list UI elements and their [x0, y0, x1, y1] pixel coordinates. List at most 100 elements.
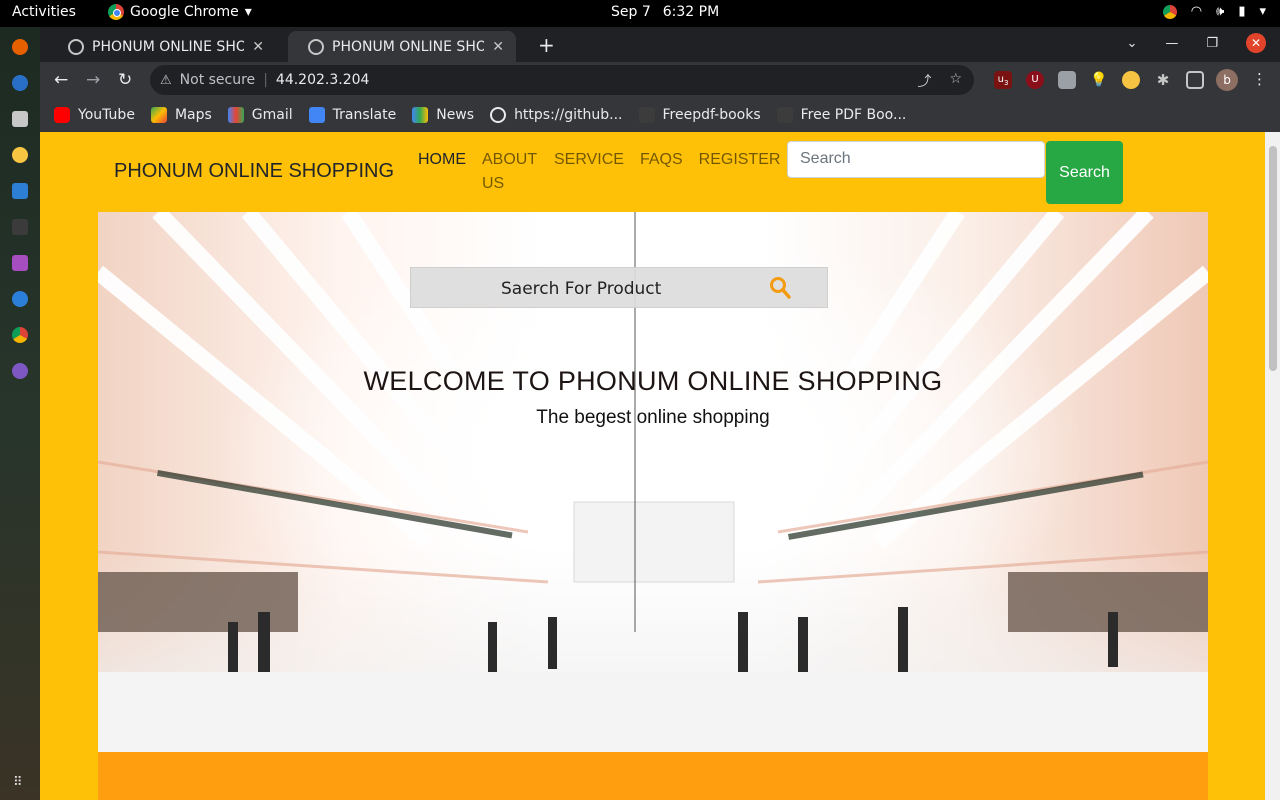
forward-button[interactable]: → — [86, 70, 100, 90]
clock-date: Sep 7 — [611, 4, 651, 20]
bookmark-label: https://github... — [514, 107, 623, 123]
maps-icon — [150, 107, 167, 123]
search-icon[interactable] — [769, 276, 791, 300]
bookmark-gmail[interactable]: Gmail — [227, 107, 293, 123]
maximize-button[interactable]: ❐ — [1206, 36, 1218, 51]
writer-icon[interactable] — [12, 183, 28, 199]
share-icon[interactable]: ⤴ — [917, 71, 931, 91]
address-bar[interactable]: ⚠ Not secure | 44.202.3.204 ⤴ ☆ — [150, 65, 974, 95]
tab-search-icon[interactable]: ⌄ — [1126, 36, 1137, 51]
bulb-icon[interactable]: 💡 — [1090, 71, 1108, 89]
security-label[interactable]: Not secure — [180, 72, 256, 88]
tab-2[interactable]: PHONUM ONLINE SHOPPING ✕ — [288, 31, 516, 62]
nav-faqs[interactable]: FAQS — [640, 148, 683, 196]
chrome-icon — [108, 4, 124, 20]
bookmark-star-icon[interactable]: ☆ — [949, 71, 962, 91]
page-icon — [776, 107, 793, 123]
site-search-button[interactable]: Search — [1046, 141, 1123, 204]
site-menu: HOME ABOUT US SERVICE FAQS REGISTER — [418, 148, 780, 196]
minimize-button[interactable]: — — [1165, 36, 1178, 51]
ublock-origin-icon[interactable]: U — [1026, 71, 1044, 89]
back-button[interactable]: ← — [54, 70, 68, 90]
bookmark-label: Maps — [174, 107, 212, 123]
bookmark-github[interactable]: https://github... — [490, 107, 623, 123]
clock-time: 6:32 PM — [662, 4, 720, 20]
github-icon — [490, 107, 507, 123]
page-icon — [638, 107, 655, 123]
translate-icon — [308, 107, 325, 123]
menu-kebab-icon[interactable]: ⋮ — [1252, 70, 1267, 88]
chrome-dock-icon[interactable] — [12, 327, 28, 343]
window-controls: ⌄ — ❐ ✕ — [1126, 33, 1266, 53]
bookmark-translate[interactable]: Translate — [308, 107, 396, 123]
bookmark-label: Free PDF Boo... — [800, 107, 907, 123]
show-apps-icon[interactable]: ⠿ — [13, 775, 23, 790]
tab-title: PHONUM ONLINE SHOPPING — [92, 38, 245, 55]
youtube-icon — [54, 107, 70, 123]
site-search-input[interactable]: Search — [787, 141, 1045, 178]
close-tab-icon[interactable]: ✕ — [252, 39, 264, 55]
page-scrollbar[interactable] — [1265, 132, 1280, 800]
bookmark-label: Gmail — [251, 107, 293, 123]
extension-icon[interactable] — [1058, 71, 1076, 89]
emacs-icon[interactable] — [12, 363, 28, 379]
help-icon[interactable] — [12, 291, 28, 307]
page-viewport: PHONUM ONLINE SHOPPING HOME ABOUT US SER… — [40, 132, 1280, 800]
site-brand[interactable]: PHONUM ONLINE SHOPPING — [114, 160, 394, 183]
chrome-tray-icon — [1162, 4, 1177, 19]
close-tab-icon[interactable]: ✕ — [492, 39, 504, 55]
nav-about-us[interactable]: ABOUT US — [482, 148, 538, 196]
dock: ⠿ — [0, 27, 40, 800]
nav-service[interactable]: SERVICE — [554, 148, 624, 196]
profile-avatar[interactable]: b — [1216, 69, 1238, 91]
bookmark-news[interactable]: News — [412, 107, 474, 123]
tab-strip: PHONUM ONLINE SHOPPING ✕ PHONUM ONLINE S… — [40, 27, 1280, 62]
news-icon — [412, 107, 429, 123]
gmail-icon — [227, 107, 244, 123]
side-panel-icon[interactable] — [1186, 71, 1204, 89]
ext-badge: 3 — [1003, 79, 1009, 87]
hero-search-box[interactable]: Saerch For Product — [410, 267, 828, 308]
ublock-icon[interactable]: u3 — [994, 71, 1012, 89]
reload-button[interactable]: ↻ — [118, 70, 132, 90]
rhythmbox-icon[interactable] — [12, 147, 28, 163]
firefox-icon[interactable] — [12, 39, 28, 55]
nav-home[interactable]: HOME — [418, 148, 466, 196]
nav-register[interactable]: REGISTER — [699, 148, 781, 196]
hero-subtitle: The begest online shopping — [536, 407, 770, 428]
caret-down-icon: ▾ — [1259, 4, 1266, 19]
app-menu[interactable]: Google Chrome ▾ — [108, 4, 252, 20]
clock[interactable]: Sep 7 6:32 PM — [611, 4, 719, 20]
wifi-icon: ◠ — [1190, 4, 1203, 19]
bookmark-label: YouTube — [78, 107, 135, 123]
bookmarks-bar: YouTube Maps Gmail Translate News https:… — [40, 98, 1280, 132]
browser-toolbar: ← → ↻ ⚠ Not secure | 44.202.3.204 ⤴ ☆ u3… — [40, 62, 1280, 98]
puzzle-icon[interactable]: ✱ — [1154, 71, 1172, 89]
tab-1[interactable]: PHONUM ONLINE SHOPPING ✕ — [48, 31, 276, 62]
orange-section — [98, 752, 1208, 800]
scrollbar-thumb[interactable] — [1269, 146, 1277, 371]
volume-icon: 🕪 — [1216, 4, 1225, 19]
system-tray[interactable]: ◠ 🕪 ▮ ▾ — [1162, 4, 1266, 19]
omnibox-tools: ⤴ ☆ — [917, 71, 962, 91]
close-window-button[interactable]: ✕ — [1246, 33, 1266, 53]
files-icon[interactable] — [12, 111, 28, 127]
url-text[interactable]: 44.202.3.204 — [276, 72, 370, 88]
bookmark-youtube[interactable]: YouTube — [54, 107, 135, 123]
video-icon[interactable] — [12, 255, 28, 271]
browser-window: PHONUM ONLINE SHOPPING ✕ PHONUM ONLINE S… — [40, 27, 1280, 800]
battery-icon: ▮ — [1238, 4, 1246, 19]
bookmark-maps[interactable]: Maps — [150, 107, 212, 123]
thunderbird-icon[interactable] — [12, 75, 28, 91]
hero-search-label: Saerch For Product — [501, 279, 662, 299]
globe-icon — [308, 38, 324, 55]
new-tab-button[interactable]: + — [538, 33, 555, 57]
bookmark-freepdf[interactable]: Freepdf-books — [638, 107, 761, 123]
warning-icon[interactable]: ⚠ — [160, 73, 172, 88]
activities-button[interactable]: Activities — [12, 4, 76, 20]
bookmark-free-pdf-books[interactable]: Free PDF Boo... — [776, 107, 907, 123]
divider: | — [263, 72, 268, 88]
coin-icon[interactable] — [1122, 71, 1140, 89]
tab-title: PHONUM ONLINE SHOPPING — [332, 38, 485, 55]
terminal-icon[interactable] — [12, 219, 28, 235]
